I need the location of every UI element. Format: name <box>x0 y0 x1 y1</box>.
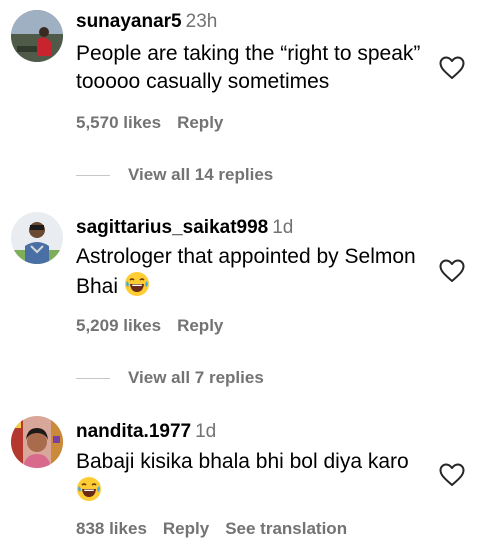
avatar[interactable] <box>11 416 63 468</box>
comment-username[interactable]: nandita.1977 1d <box>76 420 216 444</box>
heart-outline-icon[interactable] <box>439 259 465 283</box>
avatar[interactable] <box>11 212 63 264</box>
comment-text: Babaji kisika bhala bhi bol diya karo <box>76 448 426 510</box>
username-text[interactable]: nandita.1977 <box>76 421 191 442</box>
comment-time: 23h <box>185 11 218 32</box>
see-translation-button[interactable]: See translation <box>225 519 347 538</box>
laughing-emoji-icon <box>124 271 150 305</box>
username-text[interactable]: sunayanar5 <box>76 11 182 32</box>
comment-username[interactable]: sagittarius_saikat998 1d <box>76 216 293 240</box>
comment-meta: 5,209 likes Reply <box>76 315 239 337</box>
reply-button[interactable]: Reply <box>177 316 223 335</box>
likes-count[interactable]: 5,570 likes <box>76 113 161 132</box>
reply-button[interactable]: Reply <box>177 113 223 132</box>
view-replies-button[interactable]: View all 14 replies <box>76 164 273 186</box>
comment-meta: 838 likes Reply See translation <box>76 518 363 540</box>
comment-time: 1d <box>195 421 217 442</box>
divider-line <box>76 175 110 177</box>
username-text[interactable]: sagittarius_saikat998 <box>76 217 268 238</box>
view-replies-label[interactable]: View all 7 replies <box>128 368 264 387</box>
comment-time: 1d <box>272 217 294 238</box>
reply-button[interactable]: Reply <box>163 519 209 538</box>
heart-outline-icon[interactable] <box>439 56 465 80</box>
divider-line <box>76 378 110 380</box>
comment-meta: 5,570 likes Reply <box>76 112 239 134</box>
likes-count[interactable]: 5,209 likes <box>76 316 161 335</box>
view-replies-button[interactable]: View all 7 replies <box>76 367 264 389</box>
laughing-emoji-icon <box>76 476 102 510</box>
comment-text-content: People are taking the “right to speak” t… <box>76 42 421 93</box>
comment-text: People are taking the “right to speak” t… <box>76 40 436 96</box>
heart-outline-icon[interactable] <box>439 463 465 487</box>
comment-text-content: Babaji kisika bhala bhi bol diya karo <box>76 450 409 473</box>
comment-username[interactable]: sunayanar5 23h <box>76 10 217 34</box>
view-replies-label[interactable]: View all 14 replies <box>128 165 273 184</box>
likes-count[interactable]: 838 likes <box>76 519 147 538</box>
comment-text: Astrologer that appointed by Selmon Bhai <box>76 243 436 305</box>
avatar[interactable] <box>11 10 63 62</box>
